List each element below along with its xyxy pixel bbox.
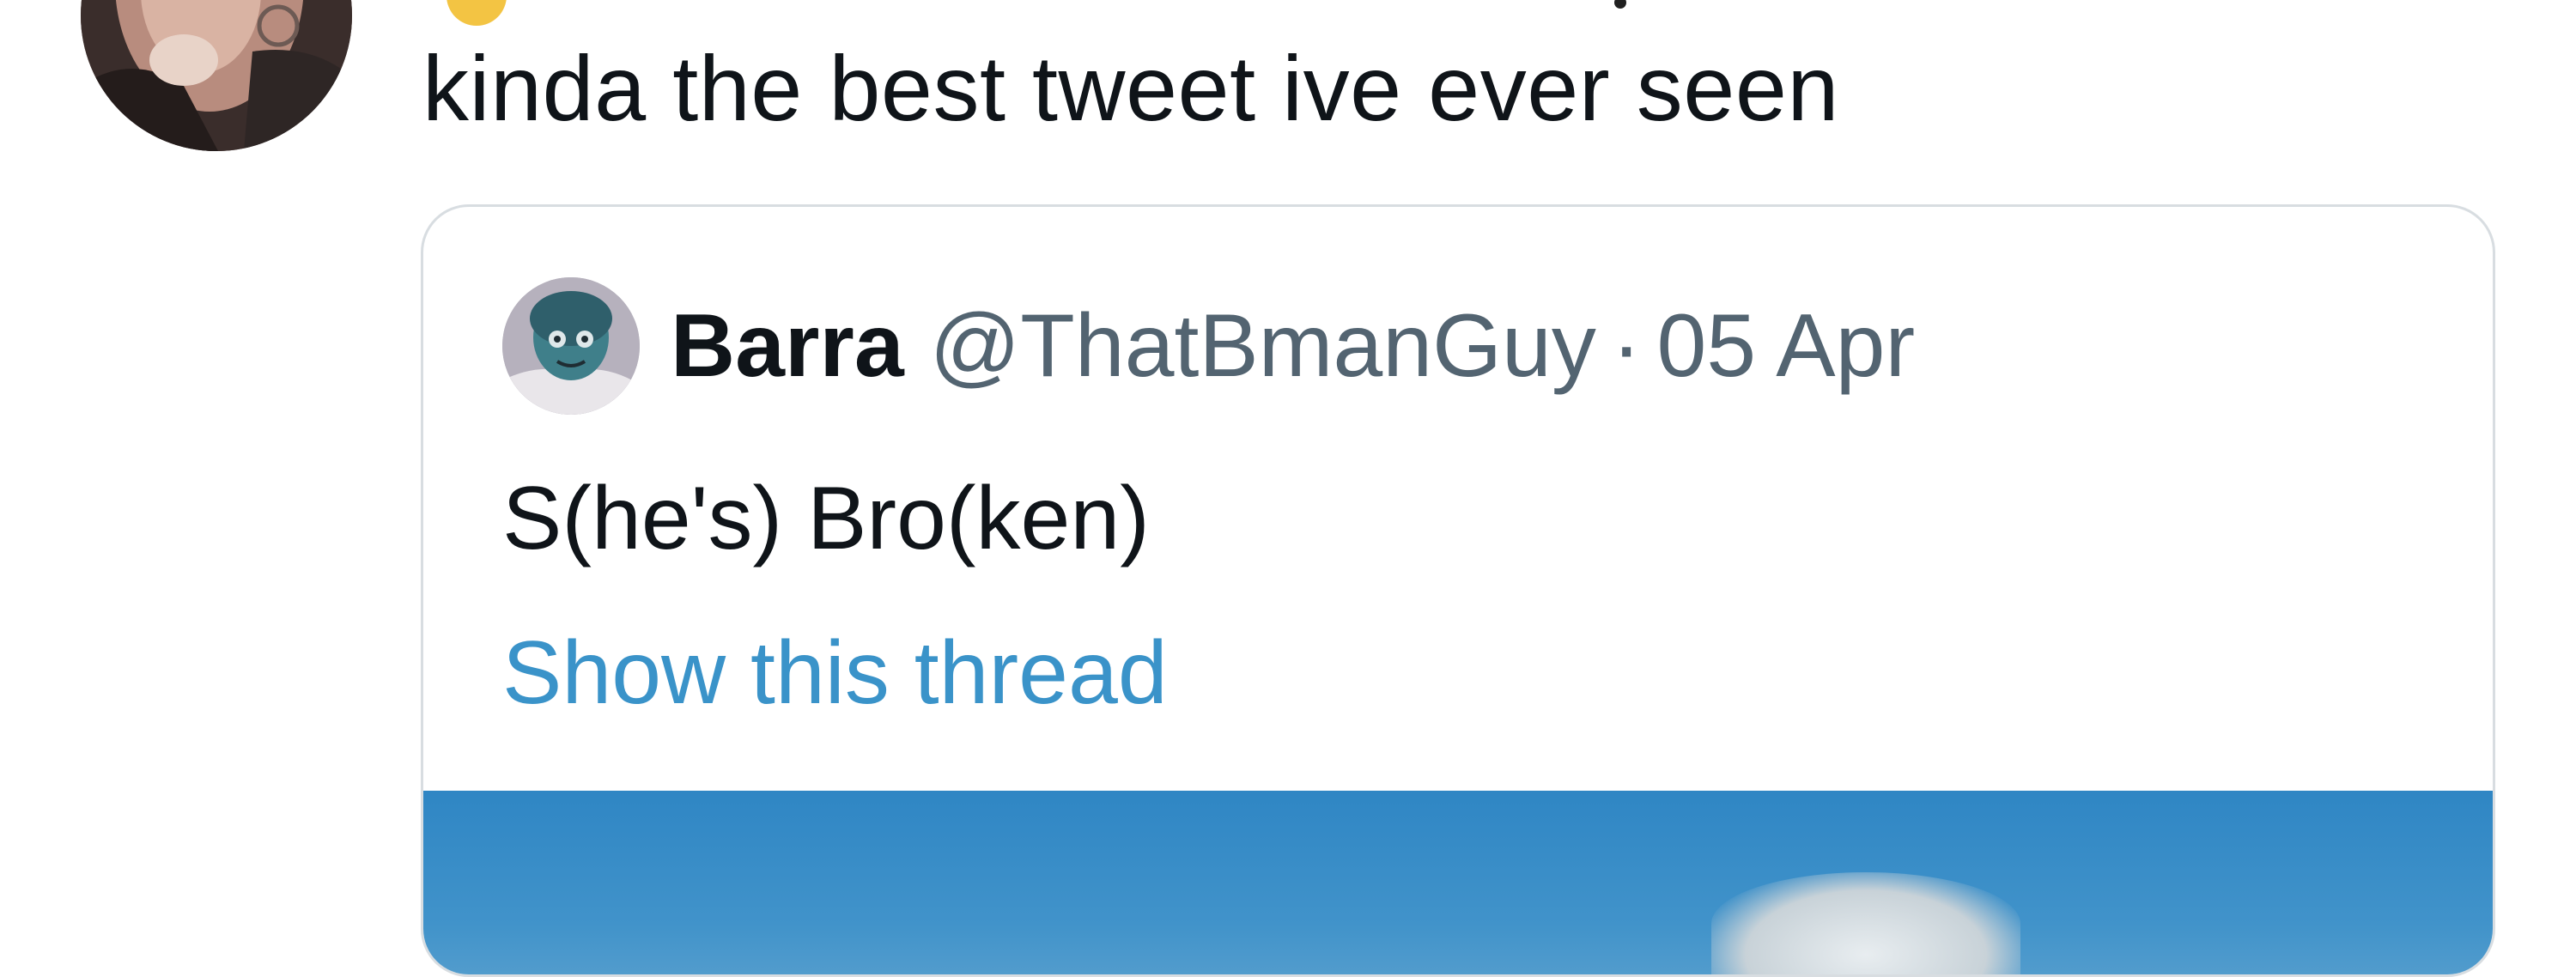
quoted-author-avatar[interactable]: [502, 277, 640, 415]
quoted-tweet-card[interactable]: Barra @ThatBmanGuy · 05 Apr S(he's) Bro(…: [421, 204, 2495, 977]
quoted-tweet-media[interactable]: [423, 791, 2493, 974]
header-separator: ·: [1611, 295, 1642, 396]
author-avatar[interactable]: [81, 0, 352, 151]
quoted-author-name[interactable]: Barra: [671, 295, 904, 397]
avatar-photo-icon: [81, 0, 352, 151]
separator-dot-icon: [1614, 0, 1626, 9]
tweet-text: kinda the best tweet ive ever seen: [422, 36, 1839, 140]
cartoon-avatar-icon: [502, 277, 640, 415]
quoted-tweet-date[interactable]: 05 Apr: [1656, 295, 1915, 397]
emoji-icon: [447, 0, 507, 26]
quoted-tweet-header: Barra @ThatBmanGuy · 05 Apr: [502, 277, 1915, 415]
quoted-author-handle[interactable]: @ThatBmanGuy: [930, 295, 1596, 397]
quoted-tweet-text: S(he's) Bro(ken): [502, 469, 1150, 568]
show-thread-link[interactable]: Show this thread: [502, 617, 1168, 729]
media-image-content: [1711, 872, 2020, 974]
